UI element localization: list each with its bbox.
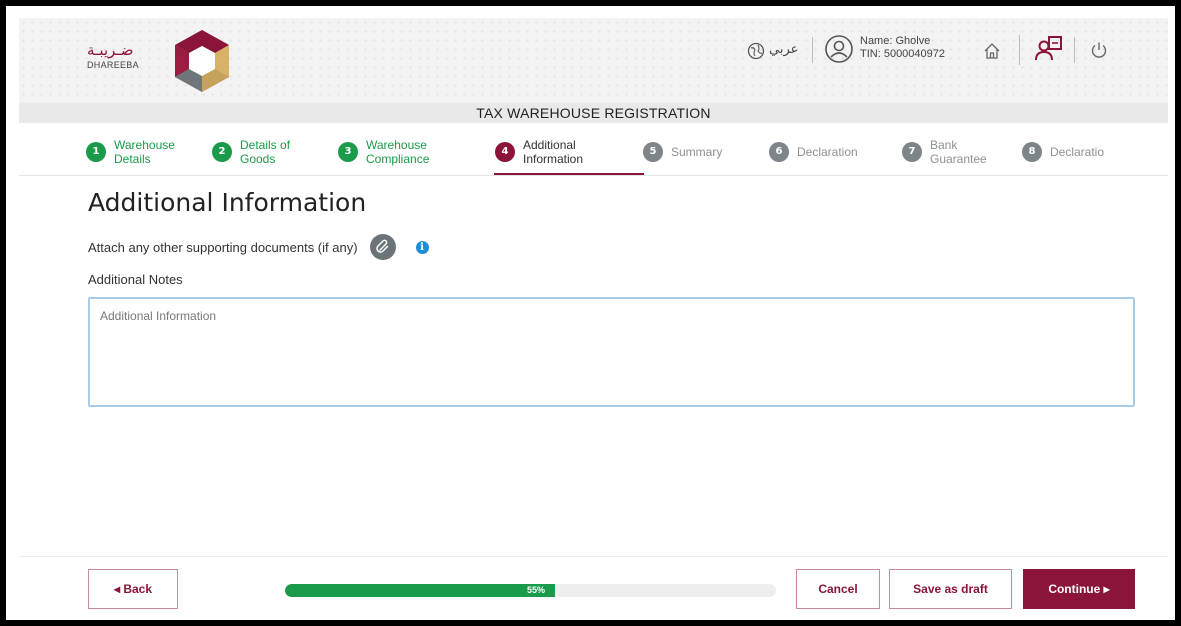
back-button[interactable]: ◂ Back — [88, 569, 178, 609]
user-icon[interactable] — [824, 34, 854, 64]
step-number: 6 — [769, 142, 789, 162]
header-divider — [812, 37, 813, 63]
progress-text: 55% — [527, 585, 546, 595]
step-number: 8 — [1022, 142, 1042, 162]
power-icon[interactable] — [1089, 40, 1109, 60]
user-info: Name: Gholve TIN: 5000040972 — [860, 35, 945, 61]
brand-english-name: DHAREEBA — [87, 60, 139, 70]
step-declaration-final[interactable]: 8 Declaratio — [1022, 132, 1104, 172]
step-declaration[interactable]: 6 Declaration — [769, 132, 858, 172]
step-warehouse-compliance[interactable]: 3 Warehouse Compliance — [338, 132, 429, 172]
step-label: Declaration — [797, 145, 858, 159]
save-draft-button[interactable]: Save as draft — [889, 569, 1012, 609]
paperclip-icon — [375, 239, 388, 253]
active-step-indicator — [494, 173, 644, 175]
attach-label: Attach any other supporting documents (i… — [88, 239, 358, 255]
user-name: Name: Gholve — [860, 35, 931, 47]
step-label: Warehouse Compliance — [366, 138, 430, 166]
step-number: 7 — [902, 142, 922, 162]
step-number: 1 — [86, 142, 106, 162]
info-icon[interactable]: i — [415, 240, 429, 254]
brand-arabic-name: ضـريبـة — [87, 41, 134, 59]
switch-account-icon[interactable] — [1034, 34, 1064, 64]
step-number: 2 — [212, 142, 232, 162]
language-toggle[interactable]: عربي — [769, 42, 798, 57]
progress-bar: 55% — [285, 584, 776, 597]
section-title: Additional Information — [88, 188, 367, 217]
step-label: Declaratio — [1050, 145, 1105, 159]
progress-fill — [285, 584, 556, 597]
header-divider — [1019, 35, 1020, 65]
step-label: Summary — [671, 145, 723, 159]
globe-icon[interactable] — [747, 42, 765, 60]
step-number: 5 — [643, 142, 663, 162]
page-heading: TAX WAREHOUSE REGISTRATION — [19, 103, 1168, 123]
user-tin: TIN: 5000040972 — [860, 48, 946, 60]
notes-label: Additional Notes — [88, 272, 183, 287]
step-details-of-goods[interactable]: 2 Details of Goods — [212, 132, 290, 172]
home-icon[interactable] — [982, 41, 1002, 61]
step-number: 4 — [495, 142, 515, 162]
attach-row: Attach any other supporting documents (i… — [88, 234, 429, 260]
brand-logo-text: ضـريبـة DHAREEBA — [87, 42, 139, 70]
step-warehouse-details[interactable]: 1 Warehouse Details — [86, 132, 175, 172]
continue-button[interactable]: Continue ▸ — [1023, 569, 1135, 609]
stepper: 1 Warehouse Details 2 Details of Goods 3 W… — [19, 124, 1168, 176]
cancel-button[interactable]: Cancel — [796, 569, 880, 609]
step-label: Details of Goods — [240, 138, 291, 166]
header-divider — [1074, 37, 1075, 63]
step-number: 3 — [338, 142, 358, 162]
additional-notes-field[interactable] — [88, 297, 1135, 407]
brand-logo-icon — [175, 30, 229, 92]
step-summary[interactable]: 5 Summary — [643, 132, 722, 172]
step-label: Bank Guarantee — [930, 138, 987, 166]
footer-bar: ◂ Back 55% Cancel Save as draft Continue… — [19, 556, 1168, 620]
step-label: Warehouse Details — [114, 138, 175, 166]
step-label: Additional Information — [523, 138, 584, 166]
step-additional-information[interactable]: 4 Additional Information — [495, 132, 583, 172]
step-bank-guarantee[interactable]: 7 Bank Guarantee — [902, 132, 987, 172]
app-window: ضـريبـة DHAREEBA عربي Name: Gholve TIN: … — [0, 0, 1181, 626]
attach-button[interactable] — [369, 234, 396, 260]
